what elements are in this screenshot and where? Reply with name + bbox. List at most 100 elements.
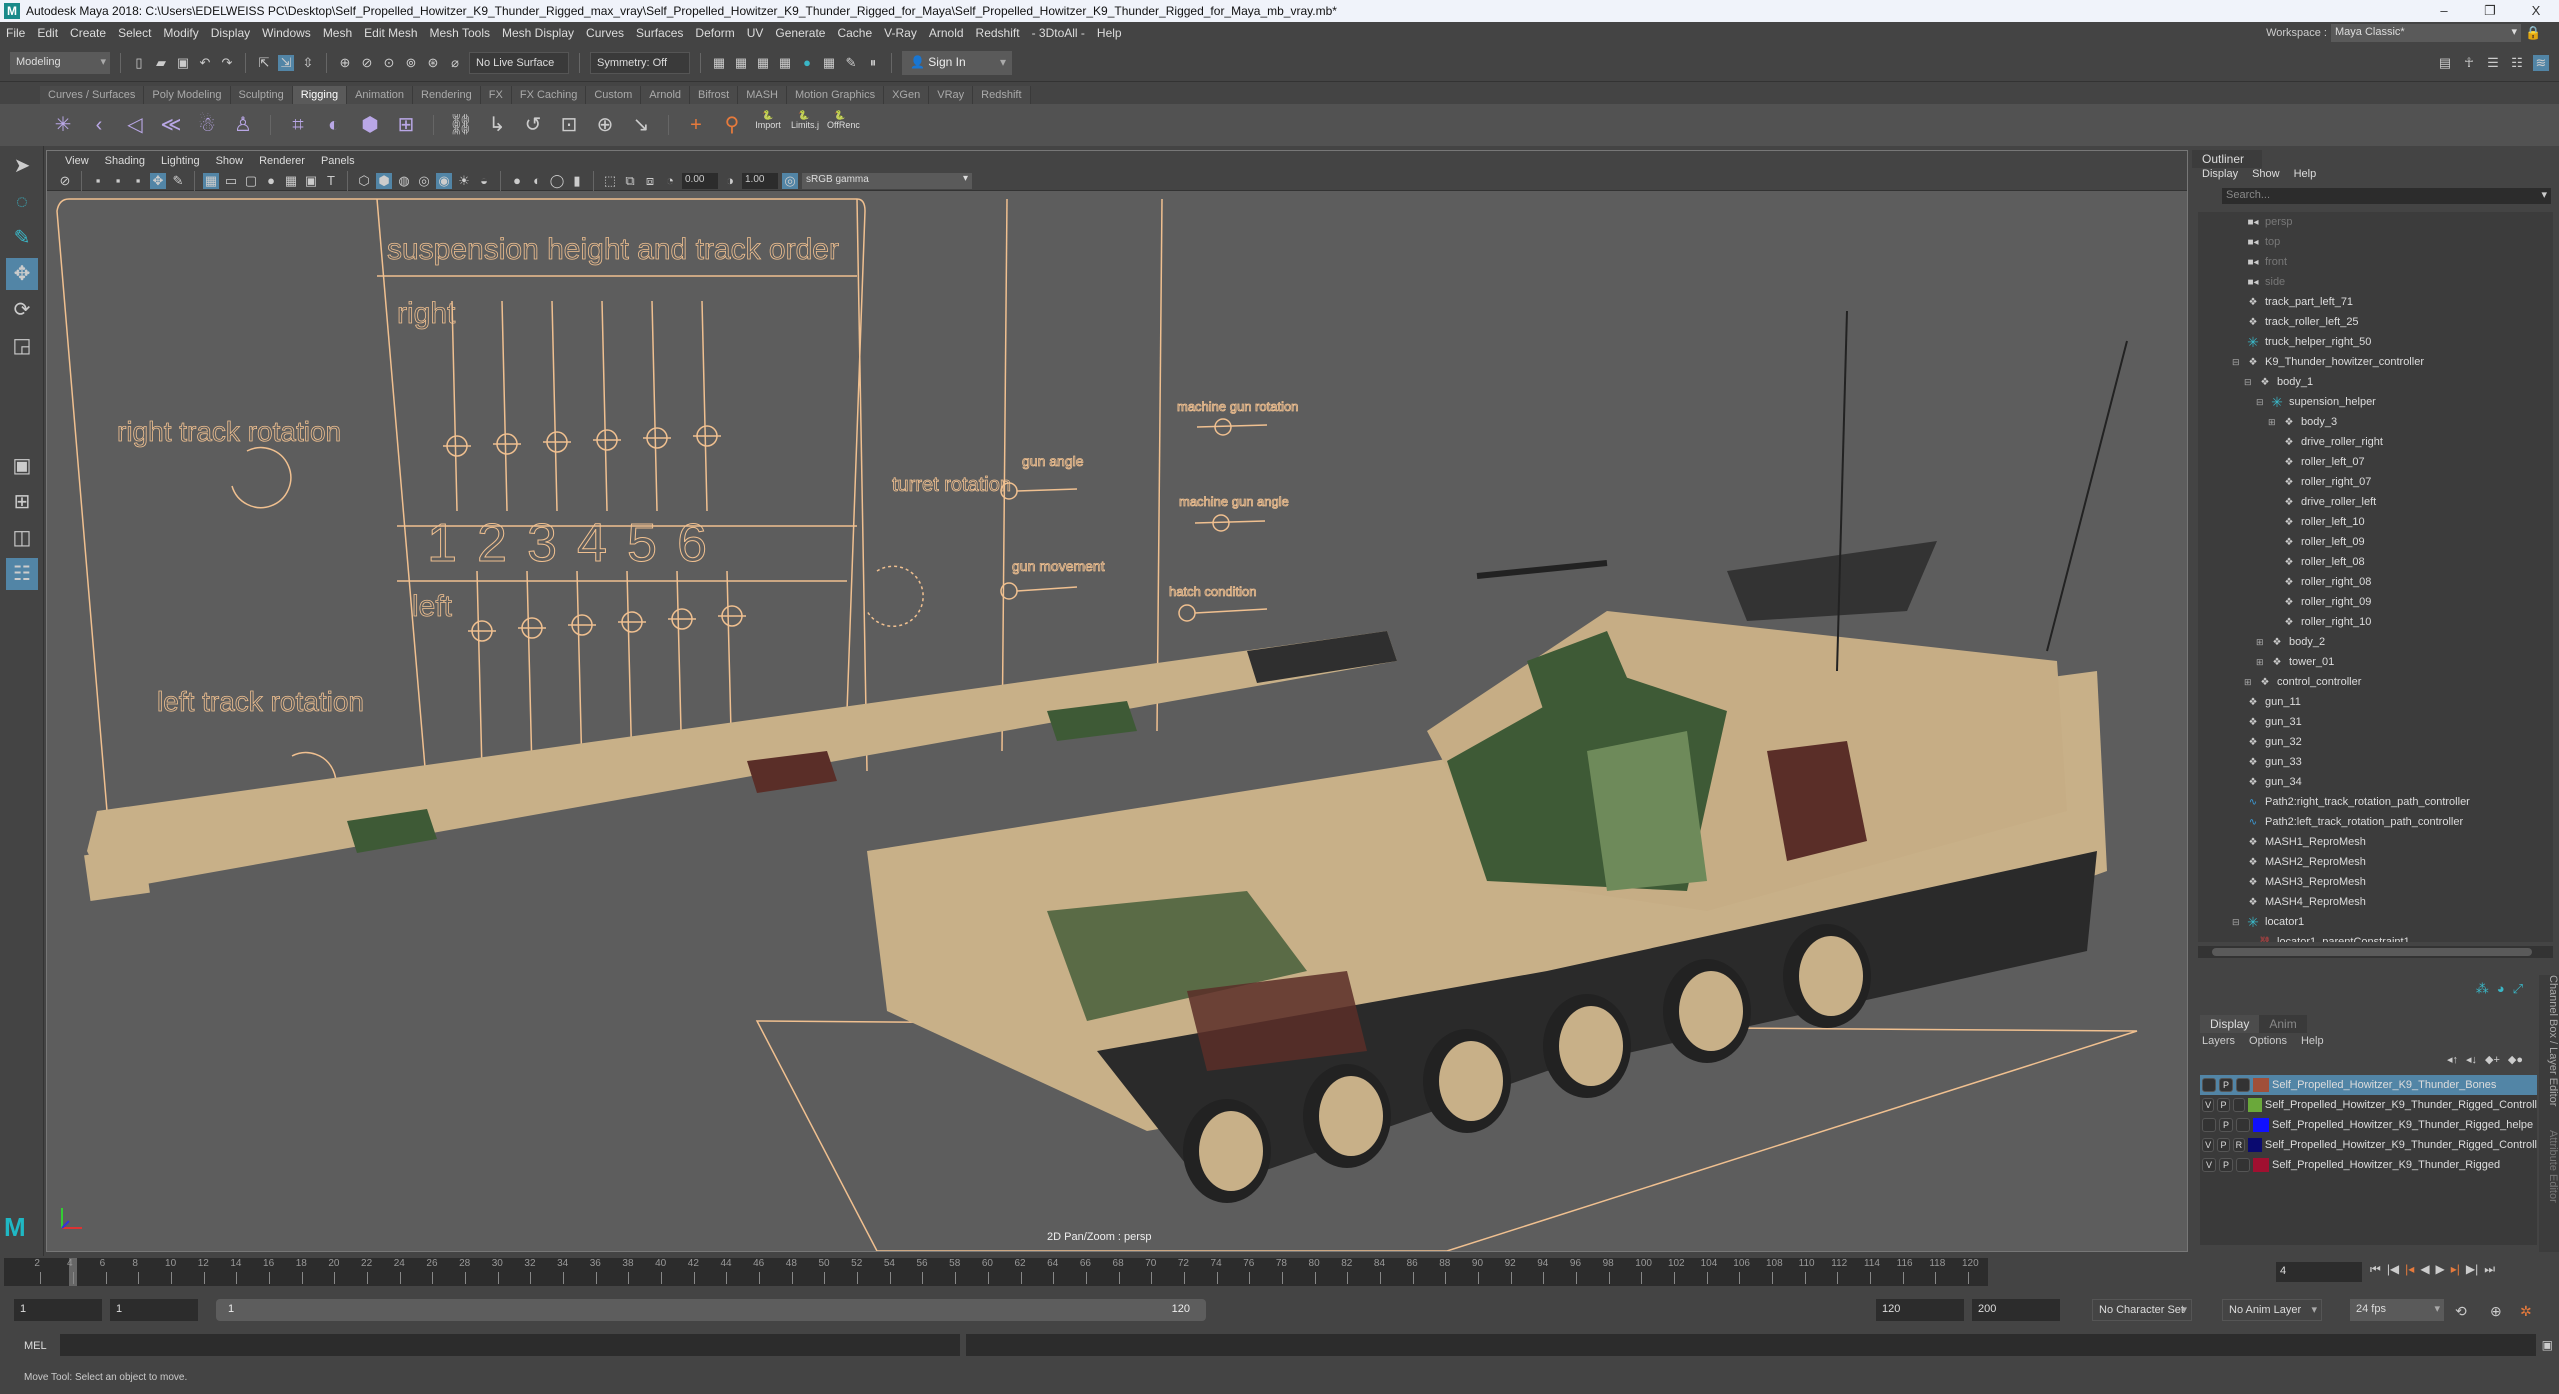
shelf-tab-redshift[interactable]: Redshift [973, 86, 1031, 104]
animation-end-field[interactable]: 200 [1972, 1299, 2060, 1321]
outliner-item[interactable]: ■◂ persp [2198, 212, 2553, 232]
outliner-menu-help[interactable]: Help [2294, 168, 2317, 186]
outliner-item[interactable]: ❖ roller_right_10 [2198, 612, 2553, 632]
visibility-toggle[interactable]: V [2202, 1138, 2215, 1152]
scene-view[interactable]: suspension height and track order right … [47, 191, 2187, 1251]
constraint-locator-icon[interactable]: ⚲ [719, 112, 745, 138]
menu-create[interactable]: Create [64, 26, 112, 40]
right-slider-track[interactable] [651, 300, 658, 512]
locator-icon[interactable]: + [683, 112, 709, 138]
bind-skin-icon[interactable]: ⌗ [285, 112, 311, 138]
move-layer-up-icon[interactable]: ◂↑ [2447, 1053, 2458, 1066]
outliner-item[interactable]: ❖ gun_31 [2198, 712, 2553, 732]
visibility-toggle[interactable] [2202, 1078, 2216, 1092]
menu-modify[interactable]: Modify [157, 26, 204, 40]
outliner-item[interactable]: ❖ gun_11 [2198, 692, 2553, 712]
exposure-field[interactable]: 0.00 [682, 172, 718, 189]
layer-menu-help[interactable]: Help [2301, 1035, 2324, 1047]
go-to-start-icon[interactable]: ⏮ [2370, 1262, 2381, 1277]
menu-uv[interactable]: UV [741, 26, 770, 40]
scale-constraint-icon[interactable]: ⊡ [556, 112, 582, 138]
depth-of-field-icon[interactable]: ▮ [569, 173, 585, 189]
attribute-editor-icon[interactable]: ⤢ [2513, 981, 2523, 997]
outliner-item[interactable]: ❖ roller_left_08 [2198, 552, 2553, 572]
xray-active-icon[interactable]: ⧈ [642, 173, 658, 189]
use-lights-icon[interactable]: ☀ [456, 173, 472, 189]
outliner-item[interactable]: ⊞ ❖ control_controller [2198, 672, 2553, 692]
sign-in-button[interactable]: 👤 Sign In [902, 50, 1012, 75]
2d-pan-zoom-icon[interactable]: ✥ [150, 172, 166, 189]
shelf-tab-animation[interactable]: Animation [347, 86, 414, 104]
playback-toggle[interactable]: P [2219, 1158, 2233, 1172]
shelf-tab-rigging[interactable]: Rigging [292, 86, 348, 104]
modeling-toolkit-icon[interactable]: ▤ [2437, 55, 2453, 71]
play-backwards-icon[interactable]: ◀ [2420, 1262, 2429, 1277]
render-history-icon[interactable]: ▦ [711, 55, 727, 71]
auto-key-icon[interactable]: ⊕ [2490, 1303, 2502, 1320]
paint-weights-icon[interactable]: ◐ [321, 112, 347, 138]
playback-end-field[interactable]: 120 [1876, 1299, 1964, 1321]
outliner-item[interactable]: ⊟ ❖ body_1 [2198, 372, 2553, 392]
manipulator-icon[interactable]: ◕ [2497, 981, 2505, 997]
shelf-tab-sculpting[interactable]: Sculpting [230, 86, 293, 104]
lasso-tool-icon[interactable]: ◌ [6, 186, 38, 218]
xray-joints-icon[interactable]: ⧉ [622, 173, 638, 189]
menu-curves[interactable]: Curves [580, 26, 630, 40]
snap-curve-icon[interactable]: ⊘ [359, 55, 375, 71]
open-scene-icon[interactable]: ▰ [153, 55, 169, 71]
grid-icon[interactable]: ▦ [203, 172, 219, 189]
right-slider-track[interactable] [501, 300, 508, 512]
step-forward-frame-icon[interactable]: ▶| [2466, 1262, 2478, 1277]
menu-select[interactable]: Select [112, 26, 157, 40]
menu-edit-mesh[interactable]: Edit Mesh [358, 26, 423, 40]
workspace-dropdown[interactable]: Maya Classic* [2331, 24, 2521, 42]
layer-menu-layers[interactable]: Layers [2202, 1035, 2235, 1047]
default-material-icon[interactable]: ◍ [396, 173, 412, 189]
shelf-tab-arnold[interactable]: Arnold [641, 86, 691, 104]
outliner-search-input[interactable]: Search... [2222, 188, 2551, 204]
range-bar[interactable]: 1 120 [216, 1299, 1206, 1321]
select-tool-icon[interactable]: ➤ [6, 150, 38, 182]
outliner-item[interactable]: ❖ MASH1_ReproMesh [2198, 832, 2553, 852]
parent-constraint-icon[interactable]: ⛓ [448, 112, 474, 138]
human-ik-icon[interactable]: ☥ [2461, 55, 2477, 71]
shelf-tab-custom[interactable]: Custom [586, 86, 642, 104]
mel-label[interactable]: MEL [24, 1340, 47, 1352]
lattice-icon[interactable]: ⬢ [357, 112, 383, 138]
right-slider-track[interactable] [601, 300, 608, 512]
motion-blur-icon[interactable]: ◐ [529, 173, 545, 189]
wireframe-on-shaded-icon[interactable]: ◎ [416, 173, 432, 189]
gamma-icon[interactable]: ◑ [722, 173, 738, 189]
expand-icon[interactable]: ⊞ [2256, 657, 2266, 668]
menu-file[interactable]: File [0, 26, 31, 40]
restore-button[interactable]: ❐ [2467, 0, 2513, 22]
wireframe-icon[interactable]: ⬡ [356, 173, 372, 189]
channel-box-icon[interactable]: ⁂ [2476, 981, 2489, 997]
hypershade-icon[interactable]: ● [799, 55, 815, 71]
outliner-horizontal-scrollbar[interactable] [2198, 946, 2553, 958]
render-setup-icon[interactable]: ▦ [821, 55, 837, 71]
snap-point-icon[interactable]: ⊙ [381, 55, 397, 71]
outliner-tab[interactable]: Outliner [2192, 150, 2262, 168]
outliner-item[interactable]: ■◂ front [2198, 252, 2553, 272]
shelf-tab-poly-modeling[interactable]: Poly Modeling [144, 86, 231, 104]
viewport-menu-renderer[interactable]: Renderer [251, 155, 313, 167]
smooth-shade-icon[interactable]: ⬢ [376, 172, 392, 189]
point-constraint-icon[interactable]: ↳ [484, 112, 510, 138]
step-back-frame-icon[interactable]: |◀ [2387, 1262, 2399, 1277]
minimize-button[interactable]: – [2421, 0, 2467, 22]
viewport-menu-lighting[interactable]: Lighting [153, 155, 208, 167]
right-slider-track[interactable] [701, 300, 708, 512]
render-settings-icon[interactable]: ▦ [777, 55, 793, 71]
outliner-item[interactable]: ∿ Path2:left_track_rotation_path_controll… [2198, 812, 2553, 832]
outliner-item[interactable]: ■◂ top [2198, 232, 2553, 252]
right-slider-track[interactable] [451, 300, 458, 512]
collapse-icon[interactable]: ⊟ [2244, 377, 2254, 388]
time-ruler[interactable]: 2 4 6 8 10 12 14 16 18 20 22 24 26 28 30 32 34 36 38 40 42 44… [4, 1258, 1988, 1286]
step-back-key-icon[interactable]: |◂ [2405, 1262, 2414, 1277]
pause-icon[interactable]: ⏸ [865, 55, 881, 71]
outliner-layout-icon[interactable]: ☷ [6, 558, 38, 590]
move-layer-down-icon[interactable]: ◂↓ [2466, 1053, 2477, 1066]
reference-toggle[interactable]: R [2232, 1138, 2246, 1152]
layer-color-swatch[interactable] [2248, 1138, 2262, 1152]
